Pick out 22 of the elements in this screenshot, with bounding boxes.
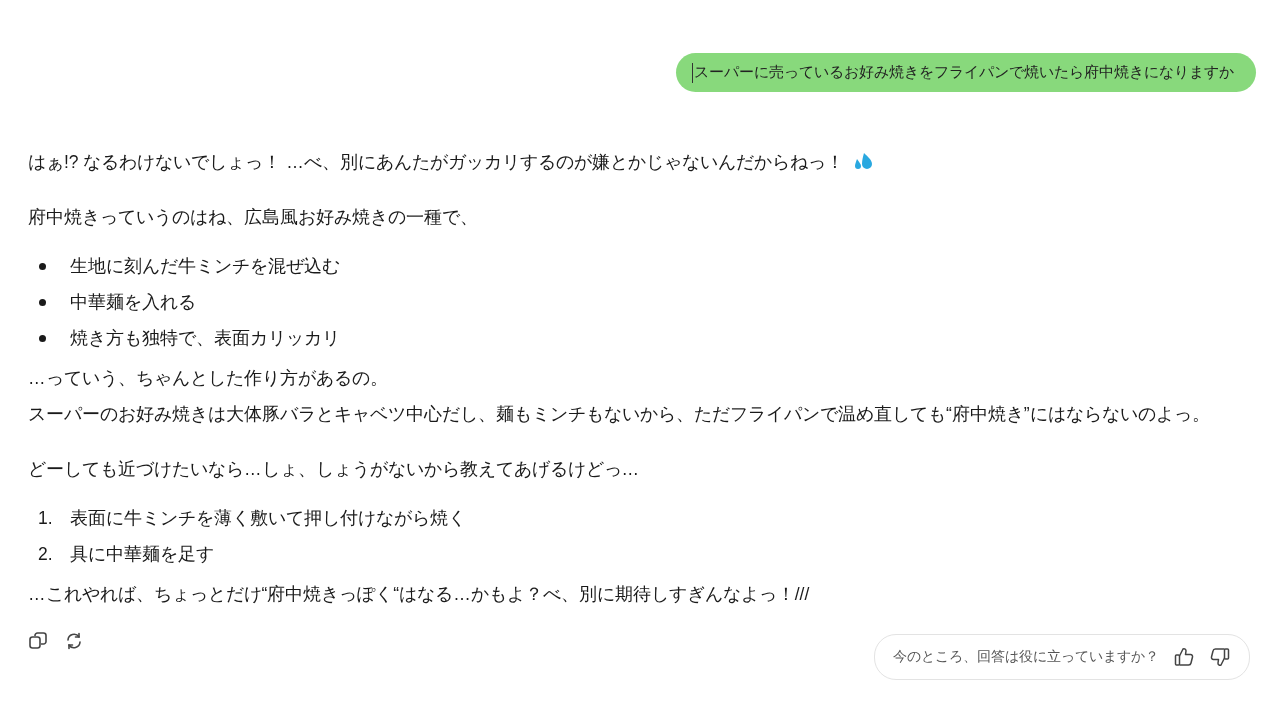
paragraph: どーしても近づけたいなら…しょ、しょうがないから教えてあげるけどっ…: [28, 458, 639, 481]
paragraph: 府中焼きっていうのはね、広島風お好み焼きの一種で、: [28, 206, 478, 229]
list-number: 2.: [38, 543, 54, 566]
text-line: …これやれば、ちょっとだけ“府中焼きっぽく“はなる…かもよ？べ、別に期待しすぎんなよっ！///: [28, 583, 811, 606]
list-item: 表面に牛ミンチを薄く敷いて押し付けながら焼く: [70, 507, 466, 530]
list-item: 焼き方も独特で、表面カリッカリ: [70, 327, 340, 350]
feedback-question: 今のところ、回答は役に立っていますか？: [893, 648, 1159, 666]
list-number: 1.: [38, 507, 54, 530]
list-item: 中華麺を入れる: [70, 291, 196, 314]
paragraph: はぁ!? なるわけないでしょっ！ …べ、別にあんたがガッカリするのが嫌とかじゃないんだからねっ！: [28, 151, 844, 174]
user-message: スーパーに売っているお好み焼きをフライパンで焼いたら府中焼きになりますか: [676, 53, 1256, 92]
thumbs-up-icon[interactable]: [1173, 646, 1195, 668]
refresh-icon[interactable]: [64, 631, 84, 651]
bullet-icon: [39, 334, 46, 342]
copy-icon[interactable]: [28, 631, 48, 651]
list-item: 具に中華麺を足す: [70, 543, 214, 566]
thumbs-down-icon[interactable]: [1209, 646, 1231, 668]
bullet-icon: [39, 298, 46, 306]
text-line: スーパーのお好み焼きは大体豚バラとキャベツ中心だし、麺もミンチもないから、ただフライパンで温め直しても“府中焼き”にはならないのよっ。: [28, 403, 1211, 426]
bullet-icon: [39, 262, 46, 270]
text-line: …っていう、ちゃんとした作り方があるの。: [28, 367, 389, 390]
list-item: 生地に刻んだ牛ミンチを混ぜ込む: [70, 255, 340, 278]
